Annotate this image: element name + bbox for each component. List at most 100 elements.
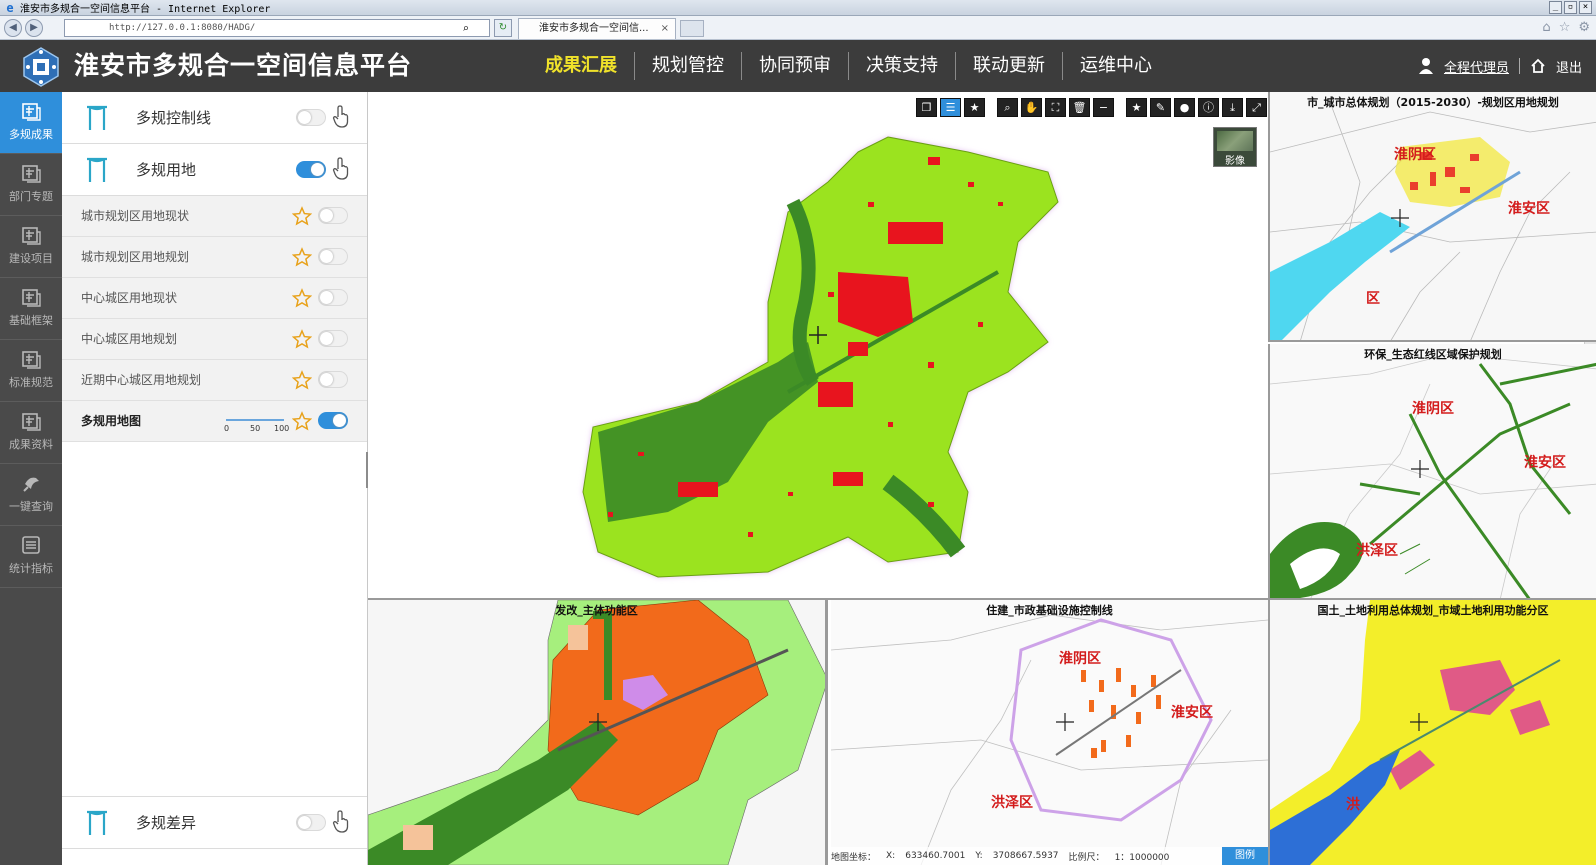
layer-group-icon (87, 157, 107, 182)
landuse-map-canvas (582, 136, 1059, 578)
layer-group-row[interactable]: 多规用地 (62, 144, 367, 196)
imagery-basemap-button[interactable]: 影像 (1213, 127, 1257, 167)
urban-patch (678, 482, 718, 497)
window-icon[interactable]: ❐ (916, 98, 937, 117)
back-icon[interactable]: ◀ (4, 19, 22, 37)
search-icon[interactable]: ⌕ (462, 21, 469, 37)
favorite-icon[interactable]: ★ (1126, 98, 1147, 117)
hand-pointer-icon[interactable] (332, 810, 350, 834)
settings-gear-icon[interactable]: ⚙ (1578, 20, 1590, 35)
layer-row[interactable]: 中心城区用地规划 (62, 319, 367, 360)
slider-track[interactable] (226, 419, 284, 421)
pane-title: 环保_生态红线区域保护规划 (1364, 348, 1502, 361)
pan-icon[interactable]: ✋ (1021, 98, 1042, 117)
y-label: Y: (975, 851, 983, 861)
layers-icon (22, 165, 41, 183)
comment-icon[interactable]: ● (1174, 98, 1195, 117)
nav-item[interactable]: 联动更新 (956, 49, 1062, 83)
layer-group-toggle[interactable] (296, 814, 326, 831)
browser-tab[interactable]: 淮安市多规合一空间信... × (518, 18, 676, 39)
minimize-button[interactable]: _ (1549, 1, 1562, 14)
layers-icon (22, 227, 41, 245)
url-field[interactable]: http://127.0.0.1:8080/HADG/ ⌕ (64, 19, 490, 37)
nav-item[interactable]: 决策支持 (849, 49, 955, 83)
layer-toggle[interactable] (318, 207, 348, 224)
forward-icon[interactable]: ▶ (25, 19, 43, 37)
rail-label: 建设项目 (9, 252, 53, 265)
zoom-icon[interactable]: ⌕ (997, 98, 1018, 117)
opacity-slider[interactable]: 0 50 100 (224, 413, 289, 433)
info-icon[interactable]: ⓘ (1198, 98, 1219, 117)
logout-link[interactable]: 退出 (1556, 57, 1582, 76)
rail-item[interactable]: 标准规范 (0, 340, 62, 402)
pane-ecological-redline[interactable]: 环保_生态红线区域保护规划 淮阴区 淮安区 洪泽区 (1268, 344, 1596, 600)
download-icon[interactable]: ⤓ (1222, 98, 1243, 117)
layer-toggle[interactable] (318, 330, 348, 347)
layer-group-toggle[interactable] (296, 161, 326, 178)
layer-group-toggle[interactable] (296, 109, 326, 126)
pane-land-use-function-zoning[interactable]: 国土_土地利用总体规划_市域土地利用功能分区 洪 (1268, 600, 1596, 865)
layer-row[interactable]: 中心城区用地现状 (62, 278, 367, 319)
tab-close-icon[interactable]: × (661, 19, 669, 39)
nav-item[interactable]: 运维中心 (1063, 49, 1169, 83)
x-label: X: (886, 851, 896, 861)
favorite-star-icon[interactable] (292, 329, 312, 349)
minus-icon[interactable]: − (1093, 98, 1114, 117)
layer-panel: 多规控制线多规用地 城市规划区用地现状 城市规划区用地规划 中心城区用地现状 中心城区… (62, 92, 368, 865)
layer-toggle[interactable] (318, 371, 348, 388)
layer-toggle[interactable] (318, 412, 348, 429)
layer-group-row[interactable]: 多规控制线 (62, 92, 367, 144)
star-icon[interactable]: ★ (964, 98, 985, 117)
delete-icon[interactable]: 🗑 (1069, 98, 1090, 117)
favorite-star-icon[interactable] (292, 370, 312, 390)
refresh-icon[interactable]: ↻ (494, 19, 512, 37)
extent-icon[interactable]: ⛶ (1045, 98, 1066, 117)
pane-municipal-infrastructure[interactable]: 住建_市政基础设施控制线 淮阴区 淮安区 洪泽区 地图坐标： X: 633460… (831, 600, 1268, 865)
restore-button[interactable]: ▫ (1564, 1, 1577, 14)
layer-group-label: 多规差异 (136, 814, 197, 832)
rail-item[interactable]: 基础框架 (0, 278, 62, 340)
urban-patch (833, 472, 863, 486)
rail-item[interactable]: 统计指标 (0, 526, 62, 588)
eraser-icon[interactable]: ✎ (1150, 98, 1171, 117)
rail-item[interactable]: 部门专题 (0, 154, 62, 216)
home-icon[interactable] (1530, 58, 1546, 74)
layer-toggle[interactable] (318, 289, 348, 306)
layers-icon (22, 289, 41, 307)
layer-row[interactable]: 城市规划区用地现状 (62, 196, 367, 237)
nav-item[interactable]: 协同预审 (742, 49, 848, 83)
nav-item[interactable]: 规划管控 (635, 49, 741, 83)
rail-item[interactable]: 一键查询 (0, 464, 62, 526)
pane-title: 发改_主体功能区 (555, 604, 638, 617)
rail-item[interactable]: 建设项目 (0, 216, 62, 278)
favorite-star-icon[interactable] (292, 206, 312, 226)
favorites-star-icon[interactable]: ☆ (1559, 20, 1571, 35)
list-icon[interactable]: ☰ (940, 98, 961, 117)
favorite-star-icon[interactable] (292, 288, 312, 308)
main-map[interactable]: ❐ ☰ ★ ⌕ ✋ ⛶ 🗑 − ★ ✎ ● ⓘ ⤓ ⤢ 影像 (368, 92, 1268, 600)
layer-toggle[interactable] (318, 248, 348, 265)
close-window-button[interactable]: × (1579, 1, 1592, 14)
nav-item[interactable]: 成果汇展 (528, 49, 634, 83)
district-label: 淮安区 (1171, 705, 1213, 721)
hand-pointer-icon[interactable] (332, 157, 350, 181)
urban-patch (888, 222, 943, 244)
layer-group-row[interactable]: 多规差异 (62, 797, 367, 849)
layer-row[interactable]: 城市规划区用地规划 (62, 237, 367, 278)
home-icon[interactable]: ⌂ (1542, 20, 1550, 35)
legend-button[interactable]: 图例 (1222, 847, 1268, 865)
layer-row[interactable]: 近期中心城区用地规划 (62, 360, 367, 401)
layer-group-label: 多规用地 (136, 161, 197, 179)
favorite-star-icon[interactable] (292, 411, 312, 431)
favorite-star-icon[interactable] (292, 247, 312, 267)
rail-item[interactable]: 多规成果 (0, 92, 62, 154)
left-icon-rail: 多规成果 部门专题建设项目基础框架 标准规范 成果资料 一键查询 统计指标 (0, 92, 62, 865)
hand-pointer-icon[interactable] (332, 105, 350, 129)
user-name-link[interactable]: 全程代理员 (1444, 57, 1509, 76)
fullscreen-icon[interactable]: ⤢ (1246, 98, 1267, 117)
pane-city-master-plan[interactable]: 市_城市总体规划（2015-2030）-规划区用地规划 淮阴区 淮安区 区 (1268, 92, 1596, 342)
rail-item[interactable]: 成果资料 (0, 402, 62, 464)
pane-main-function-zone[interactable]: 发改_主体功能区 (368, 600, 828, 865)
layer-row-combined[interactable]: 多规用地图 0 50 100 (62, 401, 367, 442)
new-tab-button[interactable] (680, 20, 704, 37)
